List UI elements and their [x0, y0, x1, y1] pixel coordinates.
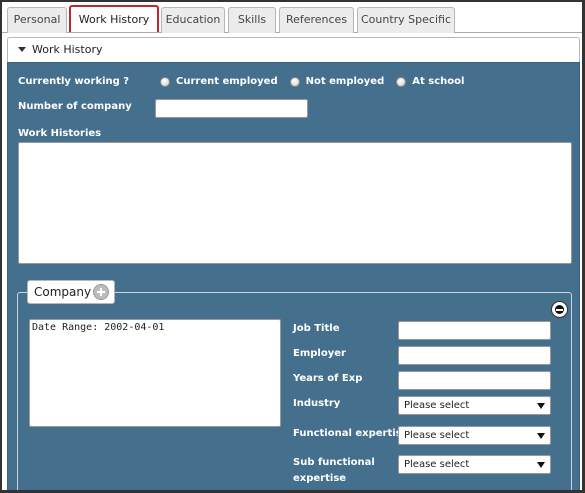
years-of-exp-label: Years of Exp — [293, 373, 363, 384]
radio-label-current-employed: Current employed — [176, 76, 278, 87]
number-of-company-label: Number of company — [18, 101, 132, 112]
sub-functional-expertise-select[interactable]: Please select — [398, 455, 551, 474]
radio-button-icon[interactable] — [396, 76, 407, 87]
radio-button-icon[interactable] — [289, 76, 300, 87]
company-legend-label: Company — [34, 285, 92, 299]
section-title: Work History — [32, 43, 103, 56]
industry-select[interactable]: Please select — [398, 396, 551, 415]
sub-functional-expertise-label-line1: Sub functional — [293, 457, 375, 468]
dropdown-arrow-icon — [537, 403, 545, 409]
functional-expertise-label: Functional expertise — [293, 428, 409, 439]
years-of-exp-input[interactable] — [398, 371, 551, 390]
radio-current-employed[interactable]: Current employed — [160, 76, 278, 87]
sub-functional-expertise-label-line2: expertise — [293, 473, 347, 484]
company-summary-box[interactable]: Date Range: 2002-04-01 — [29, 319, 281, 427]
industry-select-value: Please select — [404, 400, 470, 411]
radio-label-at-school: At school — [412, 76, 465, 87]
functional-expertise-select-value: Please select — [404, 430, 470, 441]
employment-status-radio-group: Current employed Not employed At school — [160, 76, 476, 87]
currently-working-label: Currently working ? — [18, 76, 130, 87]
radio-button-icon[interactable] — [160, 76, 170, 87]
caret-down-icon — [18, 46, 26, 52]
dropdown-arrow-icon — [537, 433, 545, 439]
work-history-section-header[interactable]: Work History — [7, 37, 580, 62]
number-of-company-input[interactable] — [155, 99, 308, 118]
tab-skills[interactable]: Skills — [228, 7, 276, 33]
job-title-input[interactable] — [398, 321, 551, 340]
plus-icon[interactable] — [93, 284, 109, 300]
radio-at-school[interactable]: At school — [396, 76, 464, 87]
sub-functional-expertise-select-value: Please select — [404, 459, 470, 470]
functional-expertise-select[interactable]: Please select — [398, 426, 551, 445]
tab-bar: Personal Work History Education Skills R… — [2, 2, 582, 33]
dropdown-arrow-icon — [537, 462, 545, 468]
tab-work-history[interactable]: Work History — [69, 5, 159, 32]
employer-input[interactable] — [398, 346, 551, 365]
tab-personal[interactable]: Personal — [7, 7, 67, 33]
industry-label: Industry — [293, 398, 341, 409]
company-summary-text: Date Range: 2002-04-01 — [32, 322, 165, 333]
tab-references[interactable]: References — [279, 7, 354, 33]
work-history-form-window: Personal Work History Education Skills R… — [0, 0, 585, 493]
tab-education[interactable]: Education — [161, 7, 225, 33]
company-legend: Company — [27, 280, 115, 304]
minus-icon[interactable] — [551, 301, 568, 318]
work-histories-textarea[interactable] — [18, 142, 572, 264]
work-history-panel: Currently working ? Current employed Not… — [7, 62, 580, 490]
radio-label-not-employed: Not employed — [305, 76, 385, 87]
job-title-label: Job Title — [293, 323, 340, 334]
employer-label: Employer — [293, 348, 346, 359]
tab-country-specific[interactable]: Country Specific — [357, 7, 455, 33]
work-histories-label: Work Histories — [18, 128, 102, 139]
radio-not-employed[interactable]: Not employed — [289, 76, 385, 87]
